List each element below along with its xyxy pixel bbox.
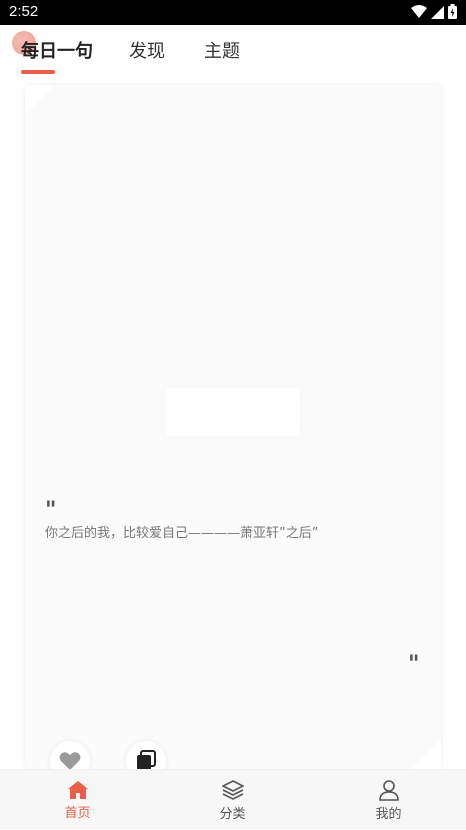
status-icons: [411, 4, 457, 19]
bottom-nav: 首页 分类 我的: [0, 769, 466, 829]
top-tabs: 每日一句 发现 主题: [0, 25, 466, 83]
signal-icon: [431, 5, 444, 19]
quote-text: 你之后的我，比较爱自己————萧亚轩”之后”: [45, 526, 319, 541]
card-corner-cut: [25, 85, 55, 115]
nav-category[interactable]: 分类: [155, 770, 310, 830]
card-corner-cut: [411, 739, 441, 769]
nav-home[interactable]: 首页: [0, 770, 155, 830]
nav-category-label: 分类: [219, 806, 246, 822]
nav-home-label: 首页: [64, 805, 91, 821]
heart-icon: [59, 752, 81, 770]
status-time: 2:52: [9, 3, 39, 20]
user-icon: [378, 779, 399, 801]
tab-indicator: [21, 70, 55, 74]
tab-daily-quote[interactable]: 每日一句: [21, 37, 93, 63]
home-icon: [67, 780, 88, 799]
open-quote-mark: ": [45, 497, 57, 523]
layers-icon: [221, 779, 244, 800]
tab-discover[interactable]: 发现: [129, 37, 165, 63]
nav-mine[interactable]: 我的: [311, 770, 466, 830]
close-quote-mark: ": [408, 651, 420, 677]
nav-mine-label: 我的: [375, 806, 402, 822]
quote-image-placeholder: [165, 388, 300, 436]
content-area: " 你之后的我，比较爱自己————萧亚轩”之后” ": [0, 83, 466, 781]
battery-icon: [448, 4, 457, 19]
tab-themes[interactable]: 主题: [204, 37, 240, 63]
wifi-icon: [411, 4, 427, 18]
status-bar: 2:52: [0, 0, 466, 25]
